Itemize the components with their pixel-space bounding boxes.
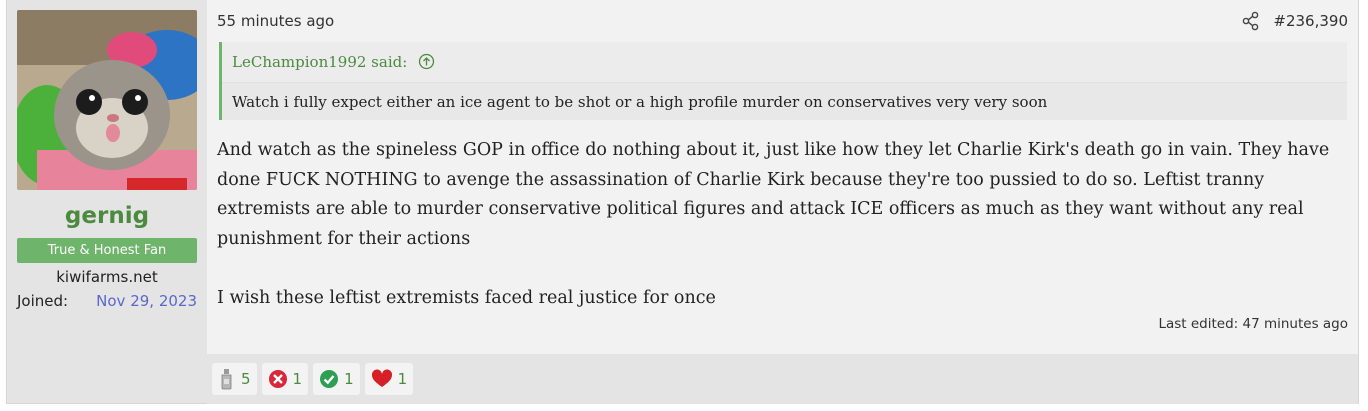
quote-header[interactable]: LeChampion1992 said: (222, 42, 1347, 83)
post-header: 55 minutes ago #236,390 (217, 10, 1348, 32)
reaction-red-x[interactable]: 1 (261, 363, 309, 395)
joined-date: Nov 29, 2023 (96, 292, 197, 310)
post-main: 55 minutes ago #236,390 LeChampion1992 s… (207, 0, 1358, 403)
post: gernig True & Honest Fan kiwifarms.net J… (6, 0, 1359, 404)
post-body: And watch as the spineless GOP in office… (217, 136, 1347, 313)
post-time[interactable]: 55 minutes ago (217, 12, 334, 30)
reaction-count: 1 (344, 370, 354, 388)
reaction-count: 5 (241, 370, 251, 388)
quote-author[interactable]: LeChampion1992 said: (232, 53, 407, 71)
user-site: kiwifarms.net (56, 268, 158, 286)
joined-row: Joined: Nov 29, 2023 (17, 292, 197, 310)
green-check-icon (320, 370, 339, 388)
avatar[interactable] (17, 10, 197, 190)
heart-icon (371, 369, 392, 387)
reaction-count: 1 (397, 370, 408, 388)
arrow-up-circle-icon[interactable] (418, 53, 435, 70)
reaction-green-check[interactable]: 1 (313, 363, 360, 395)
post-number[interactable]: #236,390 (1273, 12, 1348, 30)
joined-label: Joined: (17, 292, 69, 310)
user-sidebar: gernig True & Honest Fan kiwifarms.net J… (7, 0, 207, 403)
reaction-heart[interactable]: 1 (364, 363, 414, 395)
share-icon[interactable] (1240, 10, 1262, 32)
username[interactable]: gernig (17, 202, 197, 230)
reaction-count: 1 (292, 370, 303, 388)
post-paragraph: I wish these leftist extremists faced re… (217, 287, 716, 308)
quote-block: LeChampion1992 said: Watch i fully expec… (219, 42, 1347, 120)
user-title-badge: True & Honest Fan (17, 238, 197, 263)
red-x-icon (268, 370, 287, 388)
reaction-bottle[interactable]: 5 (212, 363, 257, 395)
bottle-icon (221, 369, 232, 390)
quote-text: Watch i fully expect either an ice agent… (232, 93, 1048, 111)
last-edited: Last edited: 47 minutes ago (1158, 316, 1348, 332)
post-paragraph: And watch as the spineless GOP in office… (217, 140, 1330, 249)
reactions-bar: 5 1 1 1 (207, 354, 1358, 404)
